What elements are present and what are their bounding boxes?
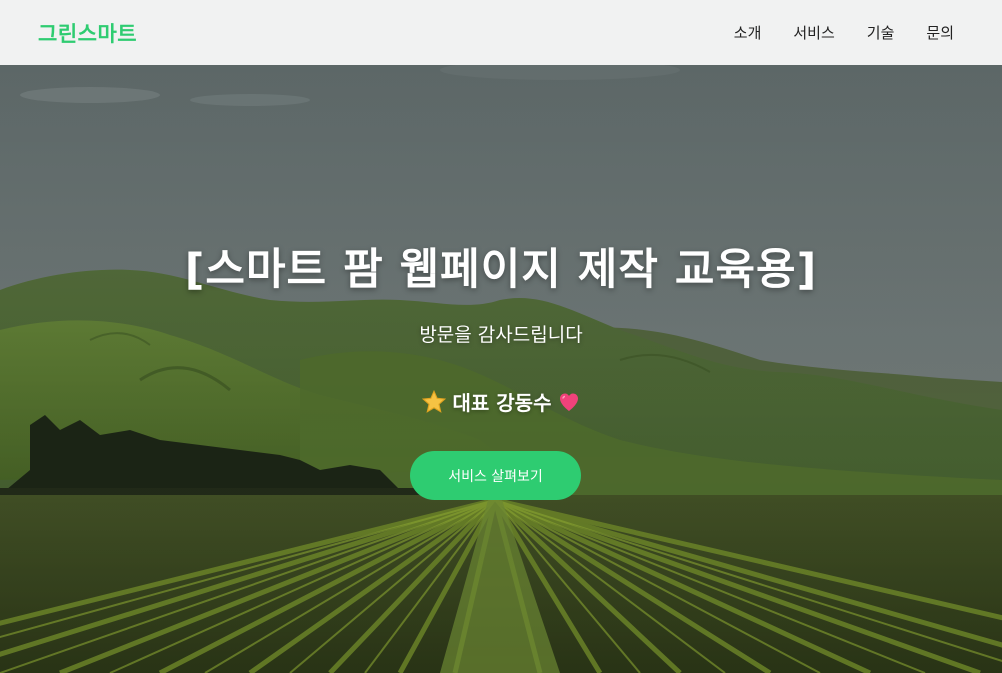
hero-title: [스마트 팜 웹페이지 제작 교육용]: [184, 245, 818, 295]
nav-link-services[interactable]: 서비스: [793, 22, 834, 43]
page: 그린스마트 소개 서비스 기술 문의 [스마트 팜 웹페이지 제작 교육용] 방…: [0, 0, 1002, 673]
nav-link-contact[interactable]: 문의: [926, 22, 954, 43]
nav-links: 소개 서비스 기술 문의: [702, 22, 954, 43]
heart-icon: [557, 390, 581, 414]
explore-services-button[interactable]: 서비스 살펴보기: [410, 451, 581, 500]
nav-link-technology[interactable]: 기술: [867, 22, 895, 43]
star-icon: [421, 389, 447, 415]
hero-subtitle: 방문을 감사드립니다: [419, 324, 583, 346]
brand-logo[interactable]: 그린스마트: [38, 18, 137, 48]
ceo-name: 대표 강동수: [452, 391, 552, 415]
ceo-line: 대표 강동수: [0, 387, 1002, 416]
hero-section: [스마트 팜 웹페이지 제작 교육용] 방문을 감사드립니다 대표 강동수 서비…: [0, 65, 1002, 673]
nav-link-about[interactable]: 소개: [734, 22, 762, 43]
navbar: 그린스마트 소개 서비스 기술 문의: [0, 0, 1002, 65]
